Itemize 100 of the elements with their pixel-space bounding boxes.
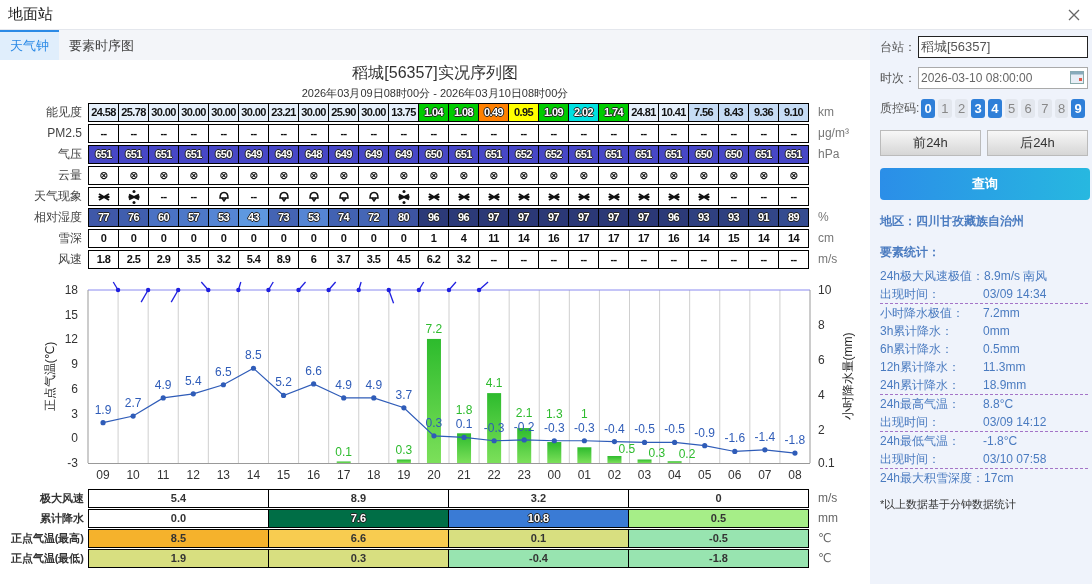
table-cell: -0.4 bbox=[449, 550, 629, 567]
data-point bbox=[551, 438, 557, 444]
table-cell: ⊗ bbox=[509, 167, 539, 184]
axis-tick-label: 16 bbox=[306, 468, 321, 482]
axis-tick-label: 17 bbox=[337, 468, 351, 482]
unit-label: m/s bbox=[817, 490, 838, 507]
table-cell: ⊗ bbox=[569, 167, 599, 184]
data-point bbox=[160, 395, 166, 401]
table-cell: ⊗ bbox=[659, 167, 689, 184]
quality-code-toggle[interactable]: 5 bbox=[1004, 98, 1019, 118]
table-cell: 9.36 bbox=[749, 104, 779, 121]
table-cell: 16 bbox=[659, 230, 689, 247]
stat-value: 7.2mm bbox=[983, 305, 1020, 322]
row-label: 相对湿度 bbox=[33, 209, 83, 226]
unit-label: mm bbox=[817, 510, 838, 527]
query-button[interactable]: 查询 bbox=[880, 168, 1090, 200]
data-label: -0.5 bbox=[664, 422, 685, 437]
axis-tick-label: 01 bbox=[577, 468, 592, 482]
table-cell: -- bbox=[449, 125, 479, 142]
table-cell: 30.00 bbox=[359, 104, 389, 121]
precipitation-bar bbox=[577, 447, 592, 463]
table-cell: -- bbox=[479, 125, 509, 142]
table-cell: 649 bbox=[239, 146, 269, 163]
table-cell: 649 bbox=[389, 146, 419, 163]
cloud-icon bbox=[216, 190, 231, 205]
precipitation-bar bbox=[547, 442, 562, 463]
table-cell: -- bbox=[89, 125, 119, 142]
row-label: 累计降水 bbox=[39, 511, 85, 526]
axis-tick-label: 0.1 bbox=[818, 456, 835, 470]
table-cell: 1.09 bbox=[539, 104, 569, 121]
axis-tick-label: 04 bbox=[667, 468, 682, 482]
table-cell: 0 bbox=[269, 230, 299, 247]
table-cell: 96 bbox=[449, 209, 479, 226]
table-cell: -- bbox=[719, 188, 749, 205]
tab[interactable]: 天气钟 bbox=[0, 30, 59, 60]
step-button[interactable]: 后24h bbox=[987, 130, 1088, 156]
section-title: 要素统计： bbox=[880, 244, 941, 261]
step-button[interactable]: 前24h bbox=[880, 130, 981, 156]
quality-code-toggle[interactable]: 2 bbox=[954, 98, 969, 118]
axis-tick-label: 18 bbox=[64, 283, 78, 297]
axis-tick-label: 3 bbox=[71, 406, 78, 421]
stat-value: 11.3mm bbox=[983, 359, 1026, 376]
data-label: -0.9 bbox=[694, 425, 716, 440]
axis-tick-label: 23 bbox=[517, 468, 531, 482]
data-label: 0.3 bbox=[648, 445, 666, 460]
time-field[interactable]: 2026-03-10 08:00:00 bbox=[918, 67, 1088, 89]
table-cell: 0.95 bbox=[509, 104, 539, 121]
data-label: 0.1 bbox=[335, 444, 353, 459]
table-cell: -- bbox=[659, 125, 689, 142]
stat-value: 0mm bbox=[983, 323, 1010, 340]
table-cell: 1 bbox=[419, 230, 449, 247]
table-cell: 652 bbox=[539, 146, 569, 163]
stat-value: 8.9m/s 南风 bbox=[984, 268, 1048, 285]
table-cell: 0 bbox=[119, 230, 149, 247]
precipitation-bar bbox=[607, 456, 622, 463]
axis-tick-label: 18 bbox=[367, 468, 381, 482]
data-label: 4.9 bbox=[154, 377, 172, 392]
data-point bbox=[611, 439, 618, 445]
axis-tick-label: 6 bbox=[71, 381, 78, 396]
data-label: 5.4 bbox=[184, 373, 202, 388]
stat-label: 出现时间： bbox=[880, 286, 941, 303]
table-cell: ⊗ bbox=[269, 167, 299, 184]
table-cell: 651 bbox=[779, 146, 809, 163]
axis-tick-label: 15 bbox=[64, 307, 78, 322]
quality-code-toggle[interactable]: 1 bbox=[938, 98, 952, 118]
table-cell: 0 bbox=[149, 230, 179, 247]
unit-label: μg/m³ bbox=[817, 125, 849, 142]
quality-code-toggle[interactable]: 3 bbox=[971, 98, 986, 118]
calendar-icon[interactable] bbox=[1070, 71, 1084, 84]
table-cell: 651 bbox=[569, 146, 599, 163]
quality-code-toggle[interactable]: 7 bbox=[1038, 98, 1052, 118]
quality-code-toggle[interactable]: 4 bbox=[988, 98, 1002, 118]
data-point bbox=[130, 413, 136, 419]
quality-code-toggle[interactable]: 6 bbox=[1021, 98, 1036, 118]
table-cell: ⊗ bbox=[89, 167, 119, 184]
cloud-icon bbox=[336, 190, 351, 205]
row-label: 极大风速 bbox=[39, 491, 85, 506]
table-cell: -- bbox=[239, 125, 269, 142]
quality-code-toggle[interactable]: 9 bbox=[1071, 98, 1086, 118]
table-cell: 3.5 bbox=[359, 251, 389, 268]
close-icon[interactable] bbox=[1068, 8, 1080, 21]
table-cell: 10.41 bbox=[659, 104, 689, 121]
table-cell: 651 bbox=[89, 146, 119, 163]
axis-tick-label: 9 bbox=[71, 357, 78, 372]
table-cell: 15 bbox=[719, 230, 749, 247]
axis-tick-label: 10 bbox=[126, 468, 140, 482]
quality-code-toggle[interactable]: 8 bbox=[1054, 98, 1069, 118]
stat-label: 12h累计降水： bbox=[880, 359, 962, 376]
table-cell: 60 bbox=[149, 209, 179, 226]
table-cell: -- bbox=[539, 125, 569, 142]
table-cell: 2.5 bbox=[119, 251, 149, 268]
axis-tick-label: 10 bbox=[818, 283, 832, 297]
table-cell: ⊗ bbox=[299, 167, 329, 184]
table-cell: 650 bbox=[719, 146, 749, 163]
table-cell: 77 bbox=[89, 209, 119, 226]
tab[interactable]: 要素时序图 bbox=[59, 30, 144, 60]
row-label: 风速 bbox=[57, 251, 83, 268]
axis-tick-label: 03 bbox=[637, 468, 652, 482]
station-field[interactable]: 稻城[56357] bbox=[918, 36, 1088, 58]
quality-code-toggle[interactable]: 0 bbox=[921, 98, 935, 118]
